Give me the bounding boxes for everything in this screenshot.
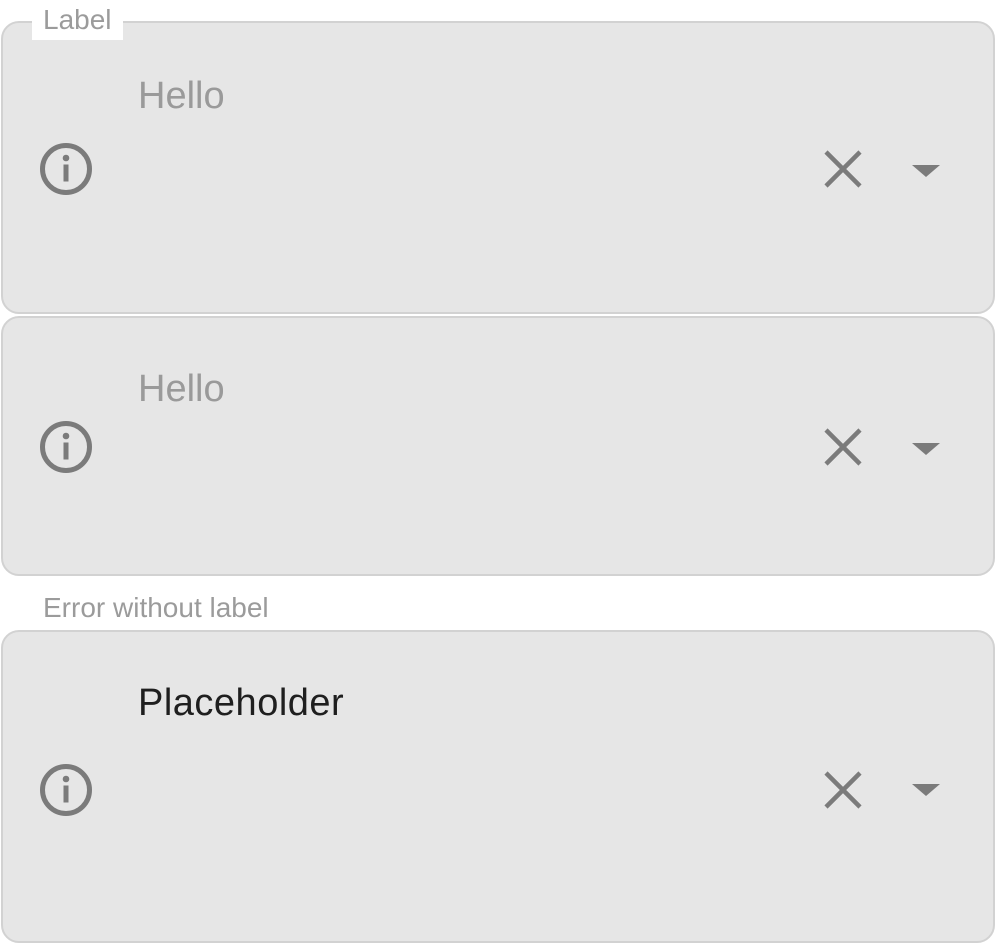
close-icon[interactable] — [822, 426, 864, 468]
caret-down-icon[interactable] — [908, 780, 944, 800]
combo-field-3[interactable]: Placeholder — [1, 630, 995, 943]
info-icon — [40, 421, 92, 473]
info-icon — [40, 764, 92, 816]
field-1-value: Hello — [138, 75, 225, 117]
caret-down-icon[interactable] — [908, 161, 944, 181]
caret-down-icon[interactable] — [908, 439, 944, 459]
info-icon — [40, 143, 92, 195]
combo-field-2[interactable]: Hello — [1, 316, 995, 576]
field-1-label: Label — [32, 0, 123, 40]
field-3-value: Placeholder — [138, 682, 345, 724]
close-icon[interactable] — [822, 148, 864, 190]
field-3-label: Error without label — [43, 592, 269, 623]
field-2-value: Hello — [138, 368, 225, 410]
close-icon[interactable] — [822, 769, 864, 811]
combo-field-1[interactable]: Hello — [1, 21, 995, 314]
